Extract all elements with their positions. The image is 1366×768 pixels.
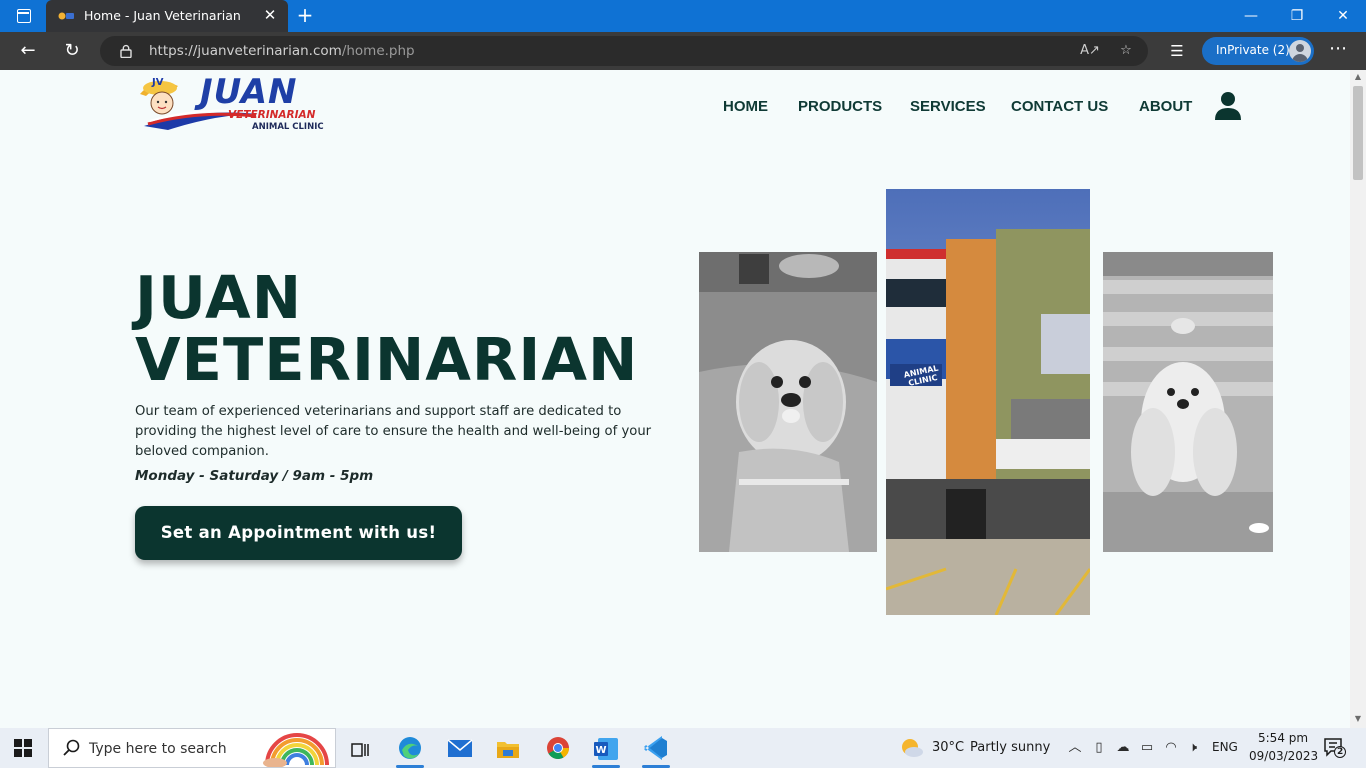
clinic-hours: Monday - Saturday / 9am - 5pm (135, 468, 374, 484)
inprivate-label: InPrivate (2) (1216, 43, 1290, 57)
hero-title-line-1: JUAN (135, 263, 303, 332)
nav-home[interactable]: HOME (723, 98, 768, 115)
input-language[interactable]: ENG (1212, 740, 1238, 754)
logo-tag-text: ANIMAL CLINIC (252, 122, 324, 132)
hero-title-line-2: VETERINARIAN (135, 325, 639, 394)
taskbar-search-box[interactable]: Type here to search (48, 728, 336, 768)
search-highlight-rainbow-icon (263, 733, 329, 767)
user-account-icon[interactable] (1214, 91, 1242, 121)
dog-photo-left (699, 252, 877, 552)
favorites-icon[interactable]: ☰ (1166, 40, 1188, 62)
read-aloud-icon[interactable]: A↗ (1080, 41, 1100, 61)
edge-browser-icon[interactable] (388, 732, 432, 768)
tab-title: Home - Juan Veterinarian (84, 8, 241, 23)
clock-date[interactable]: 09/03/2023 (1249, 749, 1318, 763)
inprivate-button[interactable]: InPrivate (2) (1202, 37, 1314, 65)
weather-description[interactable]: Partly sunny (970, 740, 1050, 755)
tab-actions-menu-icon[interactable] (10, 7, 38, 27)
word-icon[interactable]: W (584, 732, 628, 768)
search-placeholder: Type here to search (89, 741, 227, 757)
task-view-icon[interactable] (338, 732, 382, 768)
meet-now-icon[interactable]: ▯ (1090, 739, 1108, 757)
site-logo[interactable]: JV JUAN VETERINARIAN ANIMAL CLINIC (138, 72, 338, 136)
nav-services[interactable]: SERVICES (910, 98, 986, 115)
settings-more-icon[interactable]: ⋯ (1326, 38, 1350, 64)
profile-avatar (1289, 40, 1311, 62)
site-favicon-icon (58, 12, 74, 20)
windows-start-icon[interactable] (14, 739, 32, 757)
logo-sub-text: VETERINARIAN (228, 109, 316, 121)
wifi-icon[interactable]: ◠ (1162, 739, 1180, 757)
file-explorer-icon[interactable] (486, 732, 530, 768)
browser-toolbar: ← ↻ https://juanveterinarian.com/home.ph… (0, 32, 1366, 70)
battery-icon[interactable]: ▭ (1138, 739, 1156, 757)
nav-about[interactable]: ABOUT (1139, 98, 1192, 115)
logo-initials: JV (152, 77, 164, 88)
search-icon (63, 739, 80, 756)
mail-icon[interactable] (438, 732, 482, 768)
svg-text:W: W (595, 745, 606, 756)
browser-tab-active[interactable]: Home - Juan Veterinarian ✕ (46, 0, 288, 32)
browser-title-bar: Home - Juan Veterinarian ✕ + — ❐ ✕ (0, 0, 1366, 32)
windows-taskbar: Type here to search W 30°C Partly sunny … (0, 728, 1366, 768)
scroll-up-arrow-icon[interactable]: ▲ (1350, 72, 1366, 84)
back-arrow-icon[interactable]: ← (14, 38, 42, 64)
nav-contact-us[interactable]: CONTACT US (1011, 98, 1108, 115)
lock-icon[interactable] (120, 44, 132, 58)
scroll-down-arrow-icon[interactable]: ▼ (1350, 714, 1366, 726)
dog-photo-right (1103, 252, 1273, 552)
logo-main-text: JUAN (200, 72, 298, 112)
clock-time[interactable]: 5:54 pm (1258, 731, 1308, 745)
minimize-button[interactable]: — (1228, 0, 1274, 32)
hero-title: JUAN VETERINARIAN (135, 267, 638, 391)
close-window-button[interactable]: ✕ (1320, 0, 1366, 32)
web-page: JV JUAN VETERINARIAN ANIMAL CLINIC HOME … (0, 70, 1350, 728)
chrome-icon[interactable] (536, 732, 580, 768)
nav-products[interactable]: PRODUCTS (798, 98, 882, 115)
weather-temperature[interactable]: 30°C (932, 740, 964, 755)
refresh-icon[interactable]: ↻ (58, 38, 86, 64)
add-favorite-icon[interactable]: ☆ (1116, 41, 1136, 61)
notification-count-badge: 2 (1337, 747, 1344, 757)
volume-muted-icon[interactable]: 🕨 (1184, 739, 1202, 757)
url-text[interactable]: https://juanveterinarian.com/home.php (149, 43, 415, 59)
restore-button[interactable]: ❐ (1274, 0, 1320, 32)
weather-partly-sunny-icon[interactable] (900, 737, 924, 759)
new-tab-button[interactable]: + (294, 5, 316, 27)
clinic-storefront-photo: ANIMAL CLINIC (886, 189, 1090, 615)
scrollbar-thumb[interactable] (1353, 86, 1363, 180)
tab-close-icon[interactable]: ✕ (262, 6, 278, 24)
hero-description: Our team of experienced veterinarians an… (135, 404, 652, 459)
vscode-icon[interactable] (634, 732, 678, 768)
onedrive-cloud-icon[interactable]: ☁ (1114, 739, 1132, 757)
show-hidden-icons-chevron-icon[interactable]: ︿ (1066, 739, 1084, 757)
address-bar[interactable]: https://juanveterinarian.com/home.php A↗… (100, 36, 1148, 66)
page-scrollbar[interactable]: ▲ ▼ (1350, 70, 1366, 728)
set-appointment-button[interactable]: Set an Appointment with us! (135, 506, 462, 560)
